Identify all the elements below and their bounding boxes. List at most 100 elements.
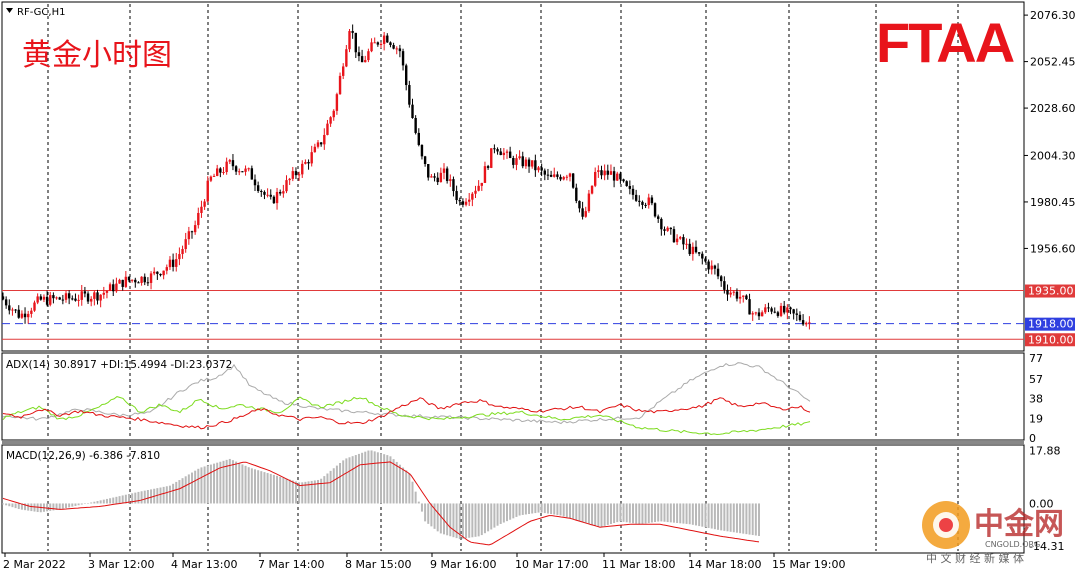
candle xyxy=(260,189,263,197)
candle-body xyxy=(439,172,443,183)
candle xyxy=(345,44,348,68)
candle xyxy=(455,185,458,204)
macd-bar xyxy=(118,496,121,504)
candle-body xyxy=(468,199,471,202)
candle-body xyxy=(534,160,537,171)
candle-body xyxy=(219,168,222,173)
macd-bar xyxy=(477,503,480,537)
candle-body xyxy=(764,307,767,313)
macd-bar xyxy=(112,497,115,504)
candle-body xyxy=(332,110,335,118)
macd-bar xyxy=(427,503,430,524)
candle xyxy=(272,195,276,205)
macd-bar xyxy=(291,480,294,504)
macd-bar xyxy=(578,503,581,522)
candle-body xyxy=(786,307,789,313)
candle xyxy=(430,174,433,178)
macd-bar xyxy=(105,498,108,504)
candle xyxy=(313,143,317,153)
macd-bar xyxy=(546,503,549,514)
candle xyxy=(351,24,354,39)
candle-body xyxy=(587,193,591,212)
candle-body xyxy=(313,146,317,153)
candle xyxy=(609,164,613,175)
time-tick-label: 7 Mar 14:00 xyxy=(258,558,324,571)
candle xyxy=(647,193,650,209)
candle xyxy=(200,200,203,218)
candle-body xyxy=(801,320,805,325)
candle xyxy=(323,128,326,150)
candle xyxy=(628,180,632,195)
macd-bar xyxy=(509,503,512,520)
macd-bar xyxy=(323,476,326,504)
candle xyxy=(685,238,688,250)
macd-bar xyxy=(194,470,197,504)
adx-tick-label: 0 xyxy=(1029,432,1036,445)
horizontal-levels xyxy=(2,290,1024,340)
candle-body xyxy=(168,259,172,268)
candle xyxy=(653,202,657,218)
candle-body xyxy=(616,173,619,181)
macd-bar xyxy=(83,503,86,504)
macd-bar xyxy=(191,472,193,504)
macd-bar xyxy=(550,503,553,515)
candle xyxy=(291,166,294,182)
candle xyxy=(786,304,789,320)
candle xyxy=(518,150,521,160)
candle-body xyxy=(634,194,638,201)
candle-body xyxy=(23,313,27,318)
macd-bar xyxy=(87,503,90,504)
candle-body xyxy=(748,299,751,315)
macd-bar xyxy=(575,503,578,521)
candle-body xyxy=(606,170,609,175)
candle xyxy=(414,115,417,135)
candle-body xyxy=(319,142,323,145)
macd-bar xyxy=(446,503,449,536)
symbol-dropdown-icon[interactable] xyxy=(6,8,13,13)
macd-bar xyxy=(213,463,216,504)
candle-body xyxy=(338,75,342,95)
candle-body xyxy=(143,276,146,283)
candle xyxy=(612,166,616,188)
candle-body xyxy=(234,166,238,172)
candle-body xyxy=(600,170,603,176)
macd-bar xyxy=(449,503,452,537)
candle-body xyxy=(436,177,439,183)
candle-body xyxy=(427,164,430,178)
candle-body xyxy=(726,289,729,295)
macd-bar xyxy=(600,503,603,527)
candle-body xyxy=(216,168,219,176)
candle xyxy=(146,277,150,287)
candle-body xyxy=(209,176,213,181)
macd-bar xyxy=(436,503,439,532)
macd-bar xyxy=(80,503,83,505)
candle-body xyxy=(653,203,657,217)
macd-bar xyxy=(468,503,471,538)
candle xyxy=(773,307,776,314)
macd-bar xyxy=(93,501,96,504)
macd-indicator xyxy=(2,450,760,546)
macd-bar xyxy=(506,503,508,522)
candle xyxy=(559,174,562,182)
candle xyxy=(603,164,606,181)
candle-body xyxy=(256,185,260,191)
candle xyxy=(319,142,323,147)
candle-body xyxy=(716,268,720,277)
candle xyxy=(757,308,761,320)
candle xyxy=(616,171,619,181)
candle-body xyxy=(263,191,266,195)
macd-bar xyxy=(395,461,398,504)
candle-body xyxy=(792,309,795,314)
candle-body xyxy=(508,151,512,159)
price-tick-label: 1956.60 xyxy=(1030,242,1076,255)
candle-body xyxy=(146,282,150,284)
candle-body xyxy=(581,208,584,217)
macd-bar xyxy=(487,503,490,532)
candle xyxy=(423,155,427,167)
candle xyxy=(231,154,235,171)
candle-body xyxy=(414,118,417,133)
macd-bar xyxy=(682,503,685,524)
candle-body xyxy=(669,227,672,230)
candle-body xyxy=(512,158,515,165)
candle xyxy=(524,157,528,169)
